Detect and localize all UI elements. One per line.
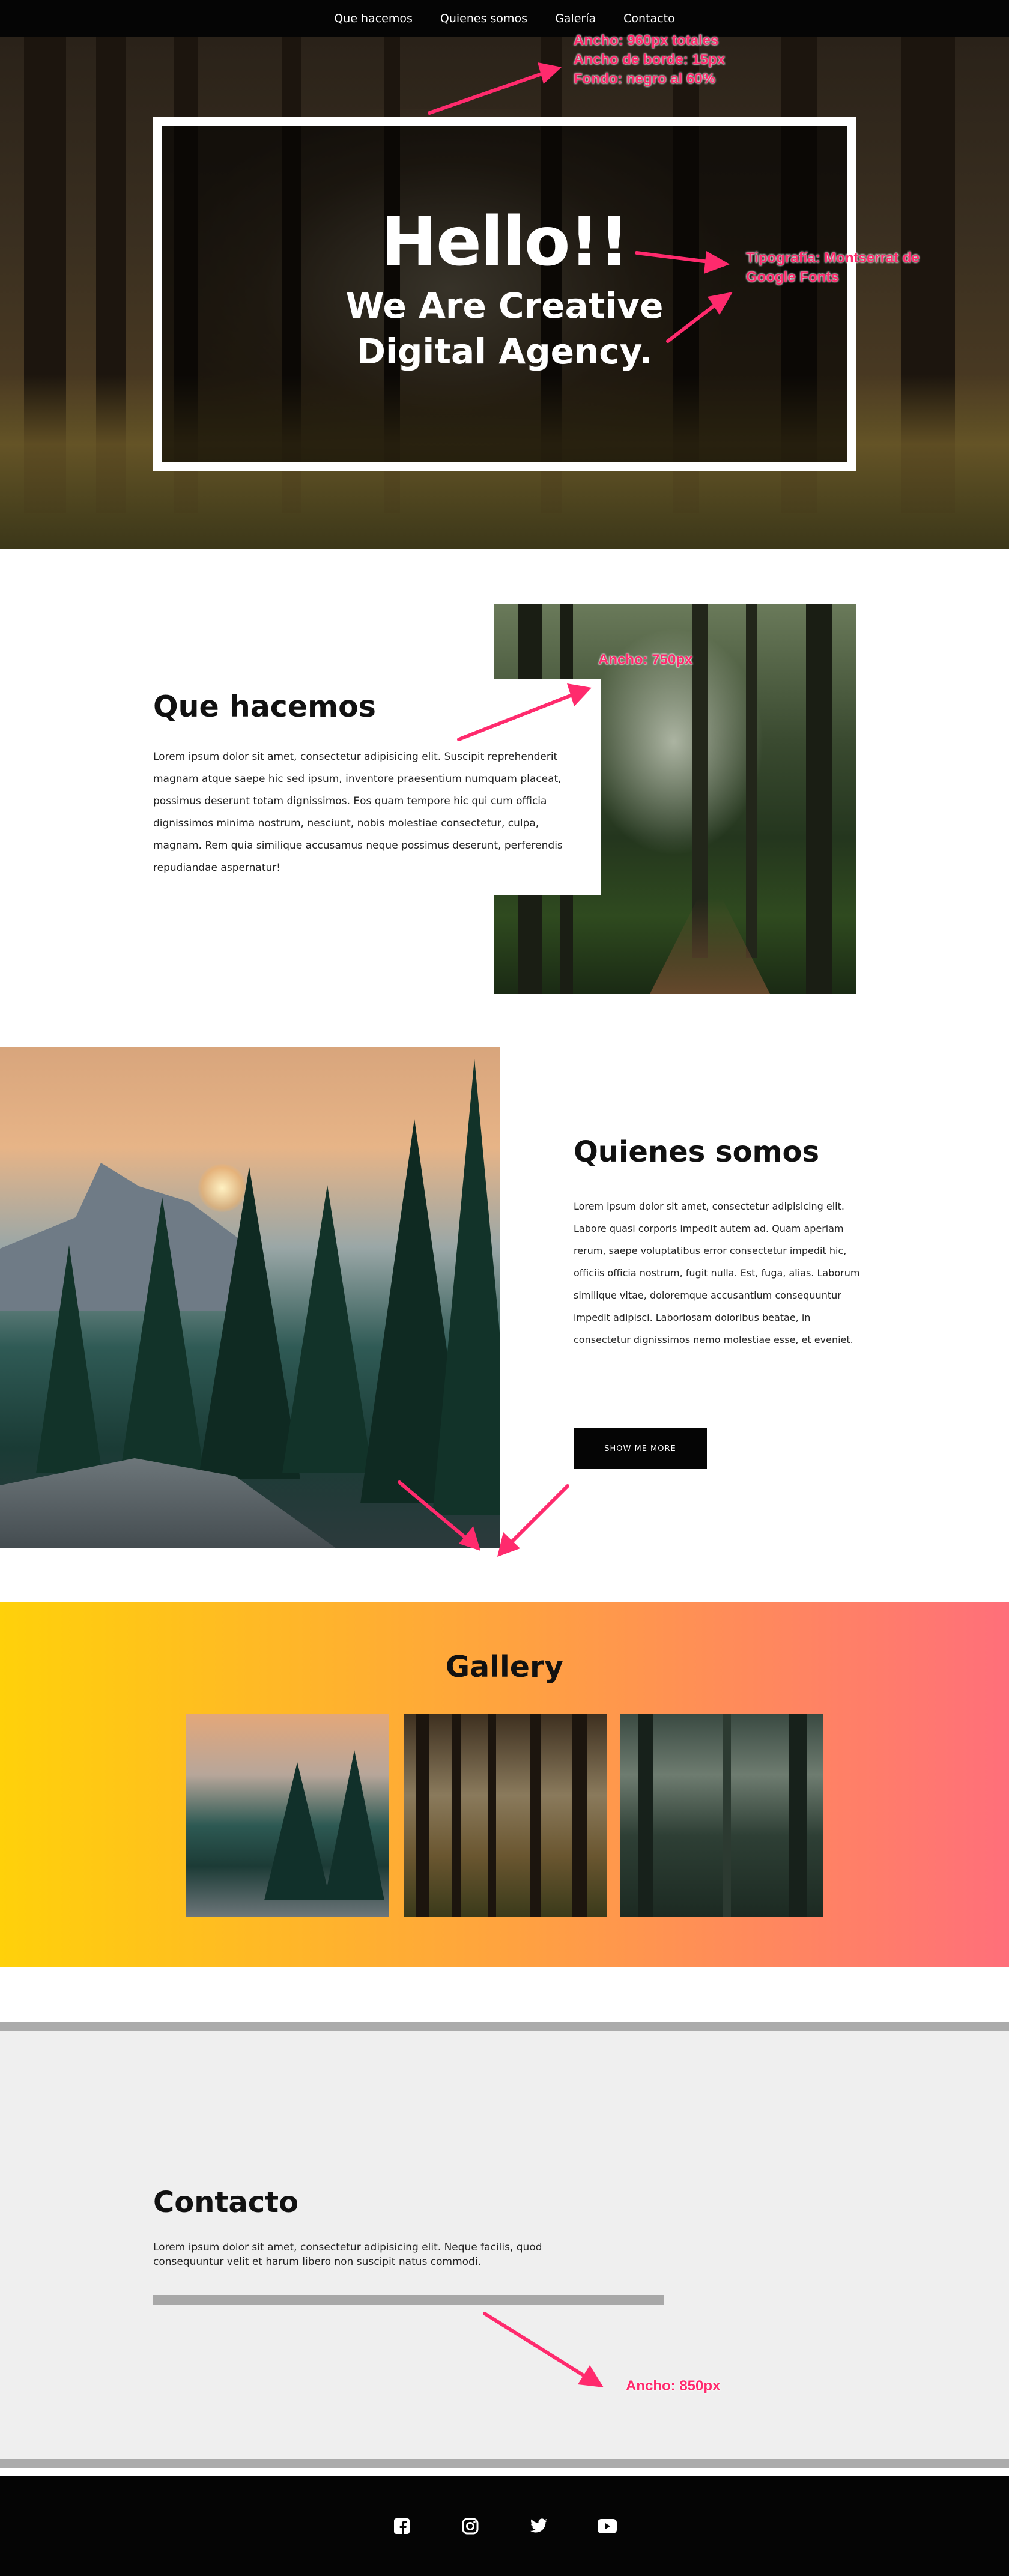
quienes-somos-text: Lorem ipsum dolor sit amet, consectetur … bbox=[574, 1201, 860, 1345]
annotation-typography: Tipografía: Montserrat de Google Fonts bbox=[746, 249, 920, 287]
que-hacemos-text: Lorem ipsum dolor sit amet, consectetur … bbox=[153, 751, 563, 874]
forest-trunk bbox=[530, 1714, 541, 1917]
annotation-line: Tipografía: Montserrat de bbox=[746, 250, 920, 266]
annotation-line: Ancho: 960px totales bbox=[574, 32, 719, 49]
hero-subtitle-line-1: We Are Creative bbox=[345, 285, 664, 326]
forest-trunk bbox=[416, 1714, 429, 1917]
annotation-line: Fondo: negro al 60% bbox=[574, 71, 716, 87]
hero-section: Hello!! We Are Creative Digital Agency. bbox=[0, 37, 1009, 549]
hero-frame: Hello!! We Are Creative Digital Agency. bbox=[153, 117, 856, 471]
nav-link-contacto[interactable]: Contacto bbox=[623, 12, 675, 25]
youtube-icon[interactable] bbox=[597, 2516, 617, 2536]
gallery-image-sunset[interactable] bbox=[186, 1714, 389, 1917]
annotation-hero-box: Ancho: 960px totales Ancho de borde: 15p… bbox=[574, 31, 725, 89]
contact-form-bar[interactable] bbox=[153, 2295, 664, 2305]
annotation-contact-width: Ancho: 850px bbox=[626, 2378, 721, 2394]
hero-title: Hello!! bbox=[381, 203, 629, 281]
forest-trunk bbox=[789, 1714, 807, 1917]
show-me-more-button[interactable]: SHOW ME MORE bbox=[574, 1428, 707, 1469]
forest-trunk bbox=[806, 604, 832, 994]
footer bbox=[0, 2476, 1009, 2576]
contacto-text: Lorem ipsum dolor sit amet, consectetur … bbox=[153, 2241, 542, 2268]
contacto-title: Contacto bbox=[153, 2186, 299, 2219]
forest-trunk bbox=[723, 1714, 731, 1917]
annotation-line: Ancho de borde: 15px bbox=[574, 52, 726, 68]
pine-tree bbox=[282, 1185, 372, 1473]
forest-trunk bbox=[746, 604, 757, 958]
pine-tree bbox=[264, 1762, 330, 1900]
pine-tree bbox=[198, 1167, 300, 1479]
forest-trunk bbox=[638, 1714, 653, 1917]
que-hacemos-card: Que hacemos Lorem ipsum dolor sit amet, … bbox=[153, 679, 601, 895]
gallery-section: Gallery bbox=[0, 1602, 1009, 1967]
arrow-icon bbox=[497, 1484, 569, 1557]
gallery-image-misty-forest[interactable] bbox=[620, 1714, 823, 1917]
quienes-somos-image bbox=[0, 1047, 500, 1548]
contact-section: Contacto Lorem ipsum dolor sit amet, con… bbox=[0, 2022, 1009, 2468]
nav-link-galeria[interactable]: Galería bbox=[555, 12, 596, 25]
nav-link-quienes-somos[interactable]: Quienes somos bbox=[440, 12, 527, 25]
quienes-somos-title: Quienes somos bbox=[574, 1135, 820, 1169]
forest-trunk bbox=[572, 1714, 587, 1917]
gallery-title: Gallery bbox=[445, 1650, 564, 1684]
top-nav: Que hacemos Quienes somos Galería Contac… bbox=[0, 0, 1009, 37]
twitter-icon[interactable] bbox=[529, 2516, 549, 2536]
pine-tree bbox=[324, 1750, 384, 1900]
gallery-image-forest[interactable] bbox=[404, 1714, 607, 1917]
annotation-line: Google Fonts bbox=[746, 269, 839, 285]
forest-trunk bbox=[452, 1714, 461, 1917]
hero-subtitle-line-2: Digital Agency. bbox=[356, 331, 653, 372]
nav-link-que-hacemos[interactable]: Que hacemos bbox=[334, 12, 413, 25]
forest-trunk bbox=[488, 1714, 496, 1917]
instagram-icon[interactable] bbox=[460, 2516, 480, 2536]
annotation-que-image: Ancho: 750px bbox=[598, 652, 693, 668]
pine-tree bbox=[432, 1059, 500, 1515]
sunset-sun bbox=[198, 1164, 246, 1212]
que-hacemos-title: Que hacemos bbox=[153, 689, 376, 724]
facebook-icon[interactable] bbox=[392, 2516, 412, 2536]
